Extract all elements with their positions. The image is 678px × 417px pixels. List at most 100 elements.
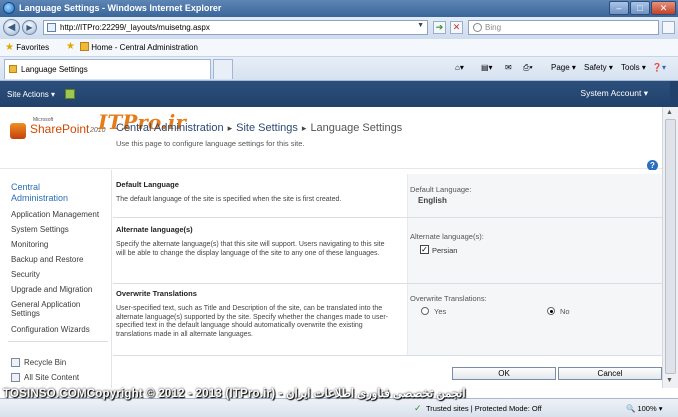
print-icon[interactable]: ⎙▾ (523, 63, 533, 73)
overwrite-no-radio[interactable] (547, 307, 555, 315)
section-overwrite-translations: Overwrite Translations User-specified te… (113, 284, 662, 356)
site-actions-label: Site Actions (7, 90, 49, 99)
forward-button[interactable]: ▶ (22, 20, 37, 35)
add-favorite-icon[interactable]: ★ (66, 41, 75, 52)
tab-label: Language Settings (21, 65, 88, 74)
section-alternate-languages: Alternate language(s) Specify the altern… (113, 218, 662, 284)
breadcrumb-site-settings[interactable]: Site Settings (236, 122, 298, 134)
trusted-check-icon: ✓ (414, 403, 422, 413)
section-text: The default language of the site is spec… (116, 196, 342, 203)
feeds-icon[interactable]: ▤▾ (481, 63, 493, 72)
nav-item-security[interactable]: Security (11, 270, 40, 279)
account-label: System Account (580, 88, 642, 98)
site-favicon (80, 42, 89, 51)
page-menu-label: Page (551, 63, 570, 72)
nav-all-site-content[interactable]: All Site Content (11, 373, 79, 382)
favorites-bar: ★ Favorites ★ Home - Central Administrat… (0, 39, 678, 57)
zoom-level[interactable]: 🔍 100% ▾ (626, 404, 662, 413)
section-default-language: Default Language The default language of… (113, 174, 662, 218)
safety-menu-label: Safety (584, 63, 607, 72)
sharepoint-logo[interactable]: Microsoft SharePoint 2010 (10, 117, 110, 147)
persian-option-label: Persian (432, 246, 458, 255)
chevron-down-icon[interactable]: ▼ (417, 22, 424, 29)
nav-item-configuration-wizards[interactable]: Configuration Wizards (11, 325, 90, 334)
section-controls: Overwrite Translations: Yes No (408, 284, 662, 355)
section-controls: Default Language: English (408, 174, 662, 217)
ok-button[interactable]: OK (452, 367, 556, 380)
section-description: Default Language The default language of… (113, 174, 408, 217)
site-content-icon (11, 373, 20, 382)
page-title: Language Settings (310, 122, 403, 134)
nav-recycle-bin[interactable]: Recycle Bin (11, 358, 66, 367)
navigate-up-icon[interactable] (65, 89, 75, 99)
section-controls: Alternate language(s): ✓ Persian (408, 218, 662, 283)
overwrite-yes-radio[interactable] (421, 307, 429, 315)
address-toolbar: ◀ ▶ http://ITPro:22299/_layouts/muisetng… (0, 17, 678, 39)
address-bar[interactable]: http://ITPro:22299/_layouts/muisetng.asp… (43, 20, 428, 35)
nav-item-application-management[interactable]: Application Management (11, 210, 99, 219)
site-favicon (9, 65, 17, 73)
favorite-link-home[interactable]: Home - Central Administration (80, 42, 198, 52)
section-description: Alternate language(s) Specify the altern… (113, 218, 408, 283)
nav-item-monitoring[interactable]: Monitoring (11, 240, 48, 249)
section-text: User-specified text, such as Title and D… (116, 305, 388, 338)
internet-explorer-icon (3, 2, 15, 14)
help-menu-icon[interactable]: ❓▾ (652, 63, 666, 72)
status-bar: ✓ Trusted sites | Protected Mode: Off 🔍 … (0, 398, 678, 417)
close-window-button[interactable]: ✕ (651, 1, 676, 15)
breadcrumb-separator-icon: ▸ (227, 123, 233, 133)
search-placeholder: Bing (485, 23, 502, 32)
breadcrumb-central-admin[interactable]: Central Administration (116, 122, 224, 134)
sharepoint-logo-icon (10, 123, 26, 139)
window-title-bar: Language Settings - Windows Internet Exp… (0, 0, 678, 17)
mail-icon[interactable]: ✉ (505, 63, 512, 72)
security-zone[interactable]: Trusted sites | Protected Mode: Off (426, 404, 542, 413)
zoom-value: 100% (637, 404, 657, 413)
nav-item-backup-restore[interactable]: Backup and Restore (11, 255, 84, 264)
alternate-languages-label: Alternate language(s): (410, 232, 484, 241)
cancel-button[interactable]: Cancel (558, 367, 662, 380)
safety-menu[interactable]: Safety ▾ (584, 63, 613, 72)
nav-item-general-app-settings[interactable]: General Application Settings (11, 300, 106, 318)
nav-heading-central-admin[interactable]: Central Administration (11, 182, 81, 204)
maximize-button[interactable]: □ (630, 1, 650, 15)
page-menu[interactable]: Page ▾ (551, 63, 576, 72)
go-button[interactable]: ➔ (433, 21, 446, 34)
favorites-button[interactable]: ★ Favorites (5, 42, 49, 53)
form-buttons: OK Cancel (113, 358, 662, 388)
ribbon-edge (670, 81, 678, 107)
scrollbar-thumb[interactable] (665, 119, 676, 374)
vertical-scrollbar[interactable]: ▲ ▼ (662, 107, 678, 388)
tools-menu[interactable]: Tools ▾ (621, 63, 646, 72)
address-url[interactable]: http://ITPro:22299/_layouts/muisetng.asp… (60, 23, 210, 32)
recycle-bin-label: Recycle Bin (24, 358, 67, 367)
tools-menu-label: Tools (621, 63, 640, 72)
home-icon[interactable]: ⌂▾ (455, 63, 464, 72)
nav-item-system-settings[interactable]: System Settings (11, 225, 69, 234)
breadcrumb-separator-icon: ▸ (301, 123, 307, 133)
stop-button[interactable]: ✕ (450, 21, 463, 34)
section-heading: Default Language (116, 180, 179, 189)
persian-checkbox[interactable]: ✓ (420, 245, 429, 254)
favorite-link-label: Home - Central Administration (91, 43, 198, 52)
new-tab-button[interactable] (213, 59, 233, 79)
account-menu[interactable]: System Account ▾ (580, 88, 648, 99)
site-actions-menu[interactable]: Site Actions ▾ (7, 90, 55, 99)
scroll-up-icon[interactable]: ▲ (666, 109, 673, 116)
nav-item-upgrade-migration[interactable]: Upgrade and Migration (11, 285, 92, 294)
search-input[interactable]: Bing (468, 20, 659, 35)
search-button[interactable] (662, 21, 675, 34)
page-title-area: Microsoft SharePoint 2010 ITPro.ir Centr… (0, 107, 670, 171)
sharepoint-ribbon: Site Actions ▾ System Account ▾ (0, 81, 670, 107)
section-description: Overwrite Translations User-specified te… (113, 284, 408, 355)
section-text: Specify the alternate language(s) that t… (116, 241, 385, 257)
page-icon (47, 23, 56, 32)
scroll-down-icon[interactable]: ▼ (666, 377, 673, 384)
recycle-bin-icon (11, 358, 20, 367)
page-description: Use this page to configure language sett… (116, 139, 305, 148)
quick-launch: Central Administration Application Manag… (0, 170, 112, 388)
back-button[interactable]: ◀ (3, 19, 20, 36)
copyright-watermark: TOSINSO.COMCopyright © 2012 - 2013 (ITPr… (3, 388, 466, 400)
tab-language-settings[interactable]: Language Settings (4, 59, 211, 79)
minimize-button[interactable]: – (609, 1, 629, 15)
